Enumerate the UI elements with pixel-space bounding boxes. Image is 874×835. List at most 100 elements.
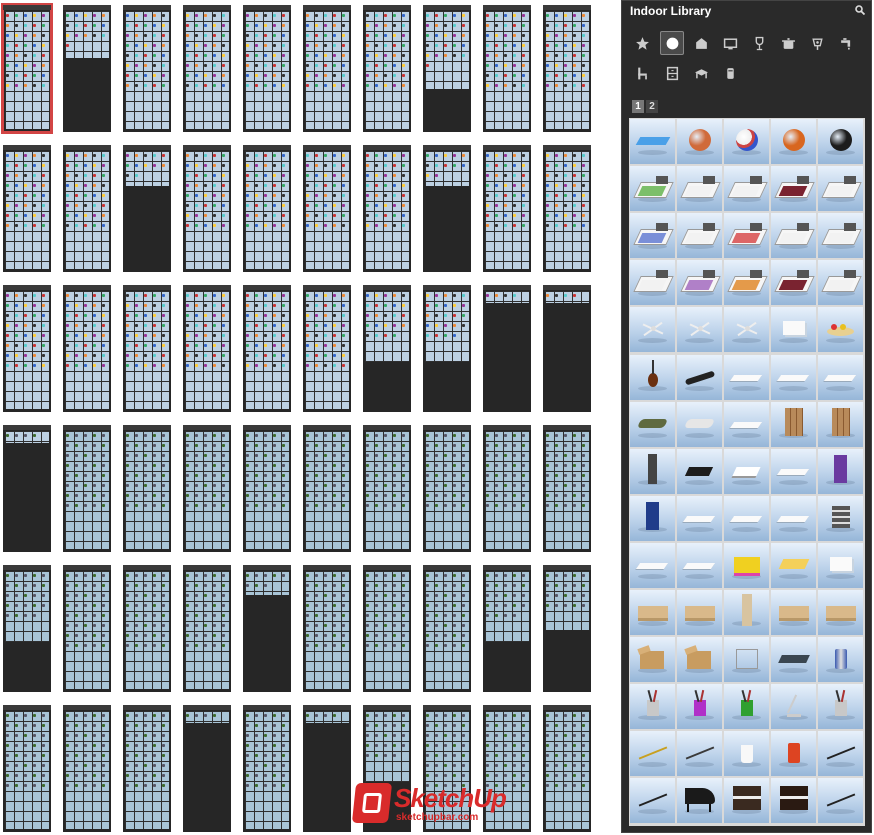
library-item-wire-frame[interactable] <box>724 637 769 683</box>
library-page-thumbnail[interactable] <box>123 425 171 552</box>
category-cabinet-button[interactable] <box>660 61 684 85</box>
library-page-thumbnail[interactable] <box>303 285 351 412</box>
library-item-yellow-package[interactable] <box>771 542 816 588</box>
library-item-open-cardboard-box[interactable] <box>677 637 722 683</box>
library-item-white-cushion[interactable] <box>677 401 722 447</box>
library-page-thumbnail[interactable] <box>243 565 291 692</box>
library-page-thumbnail[interactable] <box>63 5 111 132</box>
library-item-blue-binder[interactable] <box>630 495 675 541</box>
library-page-thumbnail[interactable] <box>423 5 471 132</box>
library-page-thumbnail[interactable] <box>123 145 171 272</box>
library-page-thumbnail[interactable] <box>543 425 591 552</box>
library-item-fruit-plate[interactable] <box>818 307 863 353</box>
category-canister-button[interactable] <box>718 61 742 85</box>
library-page-thumbnail[interactable] <box>63 145 111 272</box>
library-page-thumbnail[interactable] <box>543 145 591 272</box>
library-page-thumbnail[interactable] <box>543 5 591 132</box>
library-page-thumbnail[interactable] <box>423 145 471 272</box>
library-item-tall-box[interactable] <box>724 590 769 635</box>
library-page-thumbnail[interactable] <box>483 5 531 132</box>
library-item-pencil-cup[interactable] <box>630 684 675 730</box>
page-1-button[interactable]: 1 <box>632 100 644 113</box>
library-item-guitar[interactable] <box>630 354 675 400</box>
library-item-black-book[interactable] <box>677 448 722 494</box>
library-page-thumbnail[interactable] <box>483 145 531 272</box>
library-page-thumbnail[interactable] <box>423 285 471 412</box>
library-item-pen[interactable] <box>818 731 863 777</box>
search-icon[interactable] <box>855 5 865 15</box>
library-item-white-bed[interactable] <box>818 260 863 306</box>
library-page-thumbnail[interactable] <box>243 145 291 272</box>
category-table-button[interactable] <box>689 61 713 85</box>
library-item-folding-screen[interactable] <box>771 401 816 447</box>
category-faucet-button[interactable] <box>834 31 858 55</box>
library-item-pencil-cup[interactable] <box>818 684 863 730</box>
library-item-white-paper-stack[interactable] <box>724 495 769 541</box>
library-item-white-paper-stack[interactable] <box>677 495 722 541</box>
library-item-grand-piano[interactable] <box>677 778 722 824</box>
library-page-thumbnail[interactable] <box>3 425 51 552</box>
library-item-white-bed[interactable] <box>818 213 863 259</box>
library-item-ceiling-fan[interactable] <box>724 307 769 353</box>
library-item-round-mat[interactable] <box>724 401 769 447</box>
library-page-thumbnail[interactable] <box>243 285 291 412</box>
library-page-thumbnail[interactable] <box>3 705 51 832</box>
library-item-purple-binder[interactable] <box>818 448 863 494</box>
library-page-thumbnail[interactable] <box>483 425 531 552</box>
library-item-white-bed[interactable] <box>771 213 816 259</box>
library-item-white-mat[interactable] <box>724 354 769 400</box>
library-item-desk-lamp[interactable] <box>771 684 816 730</box>
library-page-thumbnail[interactable] <box>183 145 231 272</box>
library-item-can[interactable] <box>818 637 863 683</box>
library-item-white-notebook[interactable] <box>630 542 675 588</box>
category-wall-lamp-button[interactable] <box>805 31 829 55</box>
library-item-red-bed[interactable] <box>724 213 769 259</box>
library-item-dark-tray[interactable] <box>771 637 816 683</box>
library-page-thumbnail[interactable] <box>243 5 291 132</box>
library-item-white-bed[interactable] <box>724 166 769 212</box>
library-page-thumbnail[interactable] <box>123 565 171 692</box>
library-page-thumbnail[interactable] <box>483 565 531 692</box>
library-item-white-mat[interactable] <box>818 354 863 400</box>
library-item-skateboard[interactable] <box>677 354 722 400</box>
library-item-white-bed[interactable] <box>677 166 722 212</box>
library-item-dark-pen[interactable] <box>818 778 863 824</box>
library-page-thumbnail[interactable] <box>3 285 51 412</box>
library-page-thumbnail[interactable] <box>183 565 231 692</box>
library-item-cardboard-box[interactable] <box>630 590 675 635</box>
library-page-thumbnail[interactable] <box>423 565 471 692</box>
library-item-pencil-cup[interactable] <box>724 684 769 730</box>
library-item-white-bed[interactable] <box>818 166 863 212</box>
library-item-orange-bed[interactable] <box>724 260 769 306</box>
library-item-pencil[interactable] <box>630 731 675 777</box>
library-item-folding-screen[interactable] <box>818 401 863 447</box>
library-page-thumbnail[interactable] <box>543 285 591 412</box>
library-page-thumbnail[interactable] <box>483 285 531 412</box>
library-item-white-paper[interactable] <box>677 542 722 588</box>
library-page-thumbnail[interactable] <box>123 5 171 132</box>
library-page-thumbnail[interactable] <box>3 145 51 272</box>
library-page-thumbnail[interactable] <box>363 425 411 552</box>
library-item-white-mat[interactable] <box>771 354 816 400</box>
library-page-thumbnail[interactable] <box>423 425 471 552</box>
library-page-thumbnail[interactable] <box>543 565 591 692</box>
library-page-thumbnail[interactable] <box>303 565 351 692</box>
library-page-thumbnail[interactable] <box>183 5 231 132</box>
library-item-white-book[interactable] <box>724 448 769 494</box>
library-page-thumbnail[interactable] <box>63 285 111 412</box>
library-item-bowling-ball[interactable] <box>818 119 863 164</box>
library-item-red-can[interactable] <box>771 731 816 777</box>
library-item-ceiling-fan[interactable] <box>630 307 675 353</box>
library-page-thumbnail[interactable] <box>363 145 411 272</box>
library-page-thumbnail[interactable] <box>123 285 171 412</box>
library-page-thumbnail[interactable] <box>363 565 411 692</box>
category-bed-button[interactable] <box>689 31 713 55</box>
library-item-basketball[interactable] <box>677 119 722 164</box>
library-item-tall-speaker[interactable] <box>630 448 675 494</box>
library-page-thumbnail[interactable] <box>303 145 351 272</box>
category-wine-glass-button[interactable] <box>747 31 771 55</box>
library-page-thumbnail[interactable] <box>303 705 351 832</box>
library-item-purple-bed[interactable] <box>677 260 722 306</box>
page-2-button[interactable]: 2 <box>646 100 658 113</box>
library-item-volleyball[interactable] <box>724 119 769 164</box>
